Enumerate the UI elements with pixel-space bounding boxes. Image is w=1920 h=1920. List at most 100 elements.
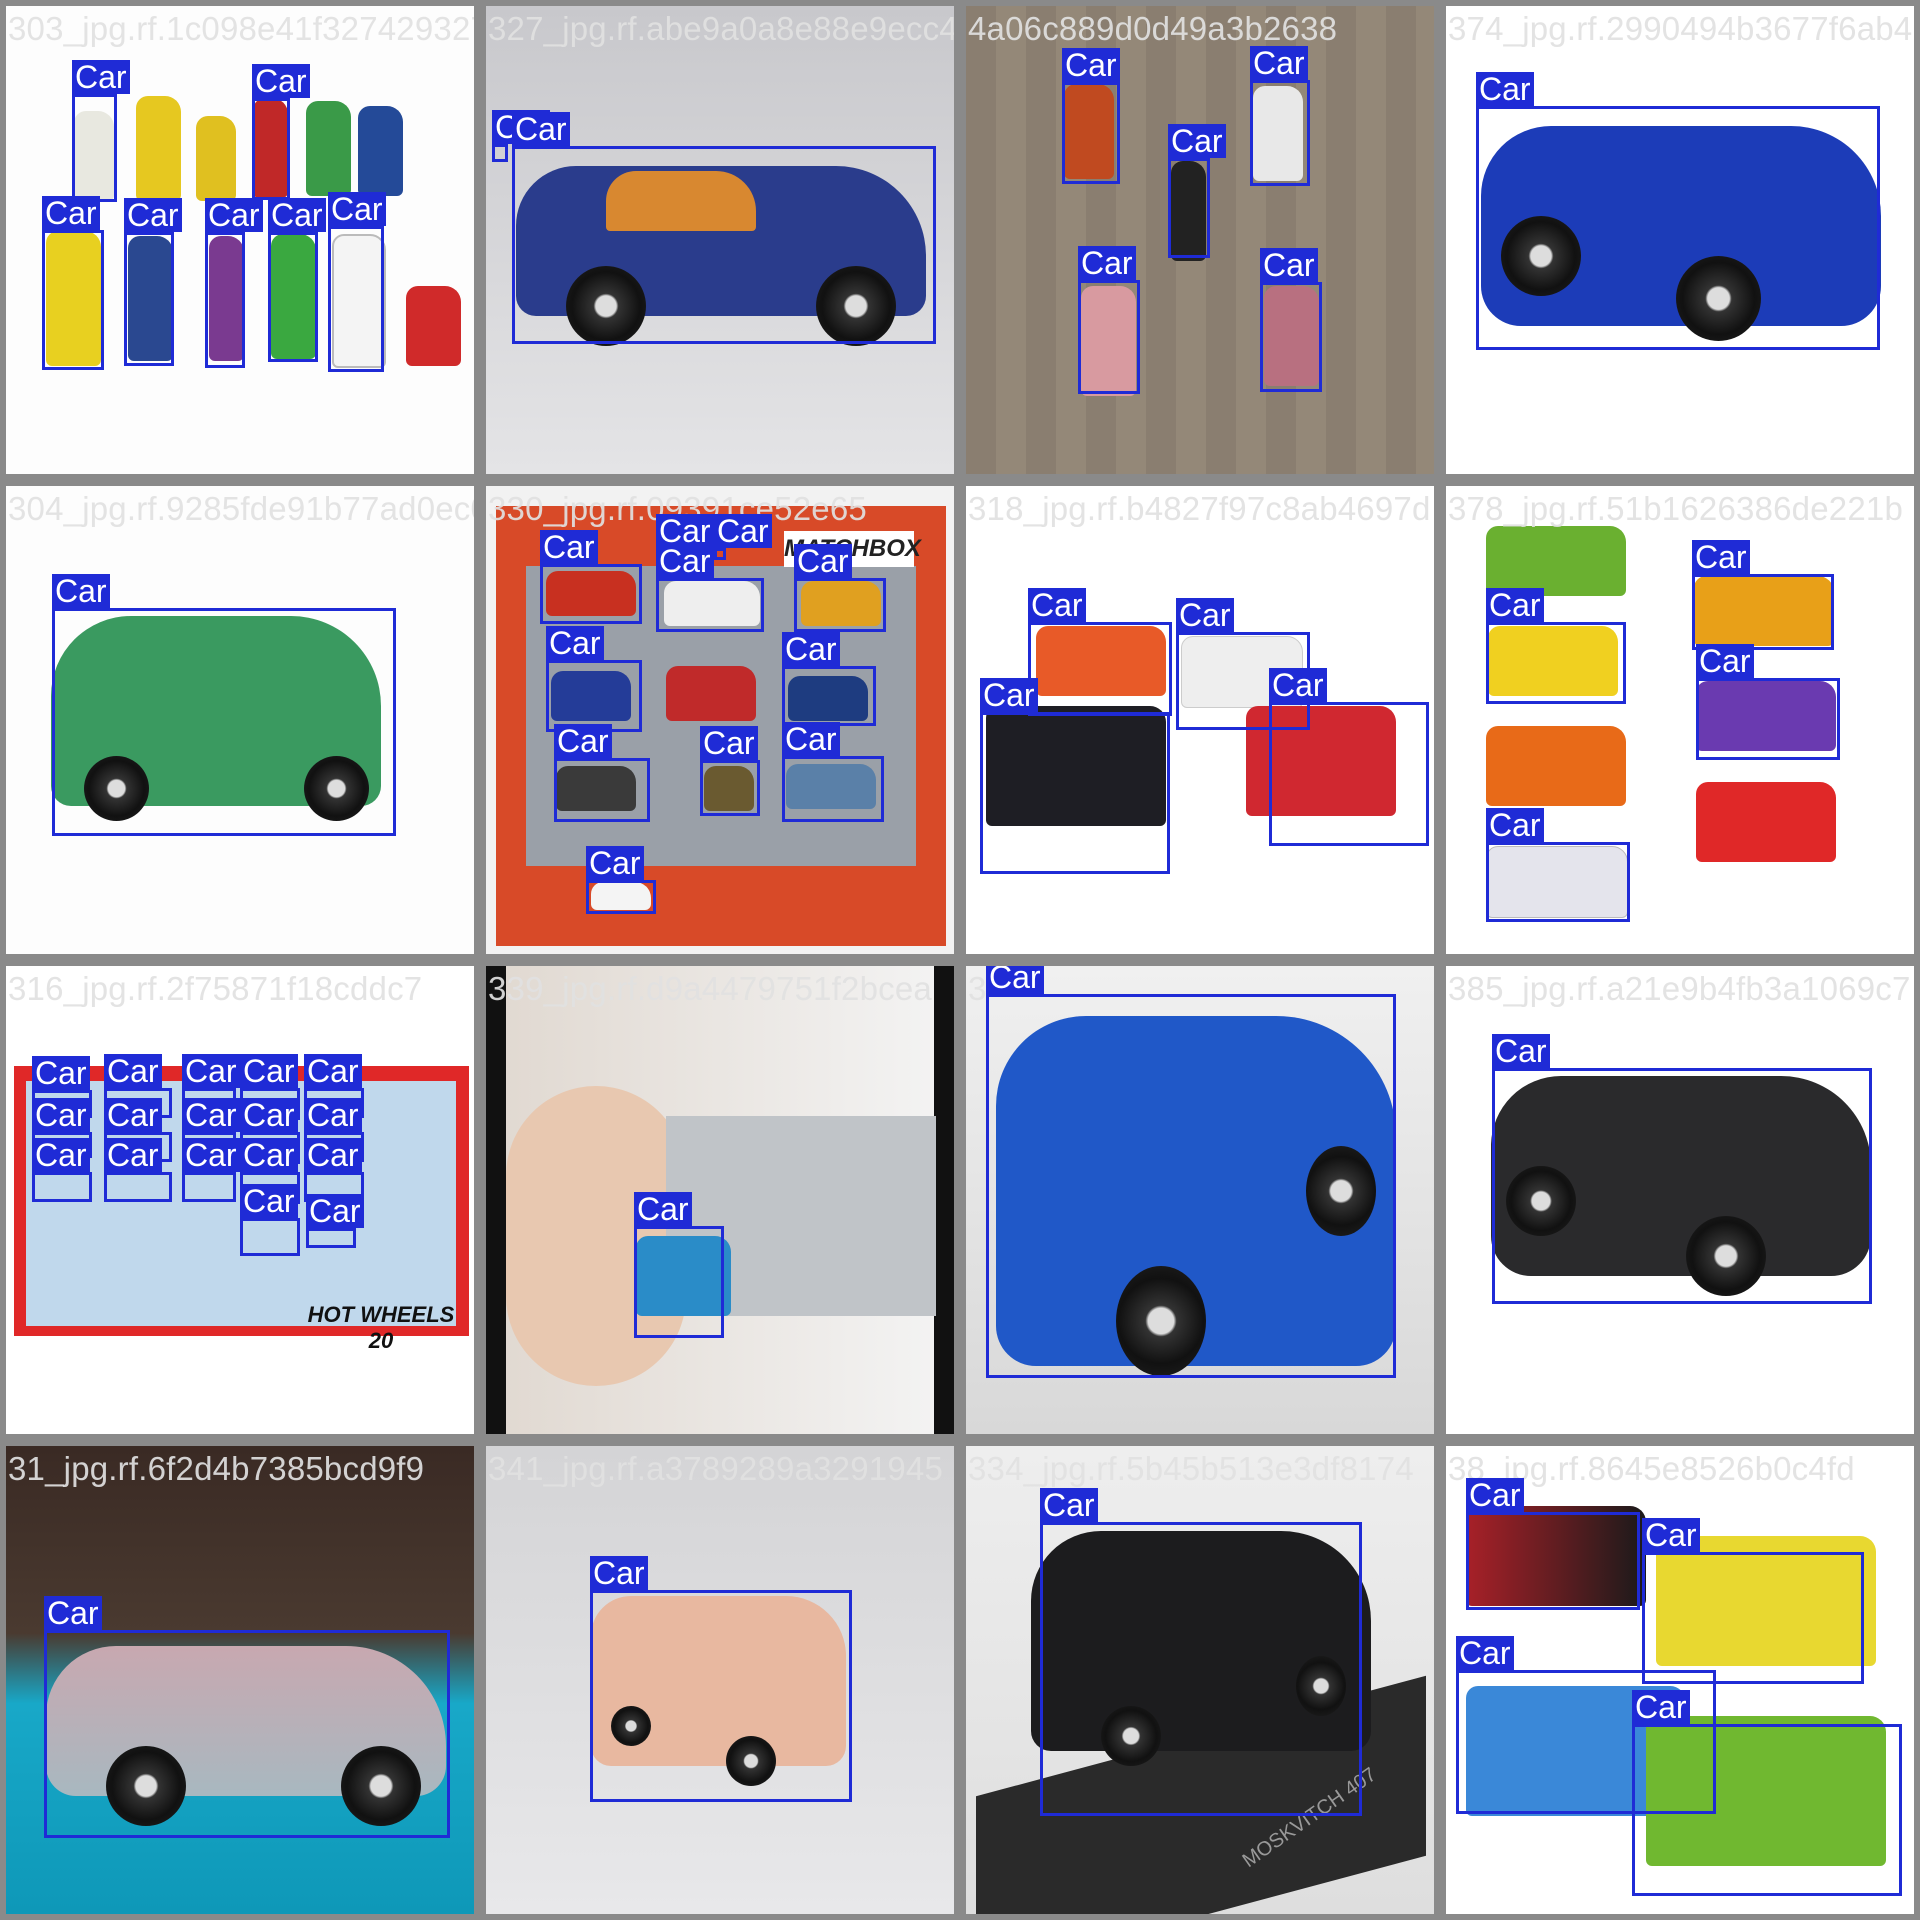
detection-label: Car <box>44 1596 102 1630</box>
tile-16: 38_jpg.rf.8645e8526b0c4fd Car Car Car Ca… <box>1446 1446 1914 1914</box>
detection-box: Car <box>634 1192 724 1338</box>
detection-label: Car <box>182 1054 240 1088</box>
detection-box: Car <box>700 726 760 816</box>
detection-label: Car <box>986 966 1044 994</box>
detection-label: Car <box>306 1194 364 1228</box>
detection-box: Car <box>1492 1034 1872 1304</box>
detection-box: Car <box>986 966 1396 1378</box>
detection-label: Car <box>32 1098 90 1132</box>
detection-label: Car <box>1028 588 1086 622</box>
toy-car <box>406 286 461 366</box>
filename-label: 339_jpg.rf.d9a4479751f2bcea <box>488 970 932 1007</box>
detection-box: Car <box>240 1184 300 1256</box>
detection-label: Car <box>714 514 772 548</box>
detection-box: Car <box>1028 588 1172 716</box>
detection-box: Car <box>586 846 656 914</box>
brand-logo: HOT WHEELS 20 <box>307 1302 455 1353</box>
detection-label: Car <box>794 544 852 578</box>
detection-label: Car <box>634 1192 692 1226</box>
filename-label: 378_jpg.rf.51b1626386de221b <box>1448 490 1903 527</box>
detection-box: Car <box>656 544 764 632</box>
tile-15: MOSKVITCH 407 334_jpg.rf.5b45b513e3df817… <box>966 1446 1434 1914</box>
detection-box: Car <box>554 724 650 822</box>
detection-label: Car <box>1456 1636 1514 1670</box>
detection-box: Car <box>1269 668 1429 846</box>
frame-edge <box>486 966 506 1434</box>
detection-box: Car <box>104 1138 172 1202</box>
detection-box: Car <box>1260 248 1322 392</box>
filename-label: 318_jpg.rf.b4827f97c8ab4697d <box>968 490 1431 527</box>
detection-label: Car <box>1642 1518 1700 1552</box>
detection-label: Car <box>1168 124 1226 158</box>
detection-label: Car <box>104 1138 162 1172</box>
detection-box: Car <box>42 196 104 370</box>
detection-box: Car <box>72 60 130 202</box>
toy-car <box>1486 726 1626 806</box>
filename-label: 4a06c889d0d49a3b2638 <box>968 10 1338 47</box>
toy-car <box>358 106 403 196</box>
detection-box: Car <box>1486 808 1630 922</box>
detection-label: Car <box>590 1556 648 1590</box>
detection-label: Car <box>304 1138 362 1172</box>
detection-label: Car <box>1632 1690 1690 1724</box>
tile-13: 31_jpg.rf.6f2d4b7385bcd9f9 Car <box>6 1446 474 1914</box>
detection-box: Car <box>1250 46 1310 186</box>
detection-box: Car <box>512 112 936 344</box>
detection-box: Car <box>782 722 884 822</box>
detection-label: Car <box>72 60 130 94</box>
detection-label: Car <box>104 1098 162 1132</box>
detection-box: Car <box>44 1596 450 1838</box>
detection-label: Car <box>182 1098 240 1132</box>
detection-label: Car <box>304 1054 362 1088</box>
detection-label: Car <box>980 678 1038 712</box>
detection-label: Car <box>782 722 840 756</box>
filename-label: 304_jpg.rf.9285fde91b77ad0ec0 <box>8 490 474 527</box>
detection-label: Car <box>1466 1478 1524 1512</box>
detection-label: Car <box>240 1138 298 1172</box>
detection-label: Car <box>240 1054 298 1088</box>
detection-box: Car <box>782 632 876 726</box>
detection-label: Car <box>268 198 326 232</box>
tile-11: 3 Car <box>966 966 1434 1434</box>
detection-label: Car <box>1062 48 1120 82</box>
detection-label: Car <box>1269 668 1327 702</box>
toy-car <box>666 666 756 721</box>
detection-box: Car <box>306 1194 364 1248</box>
frame-edge <box>934 966 954 1434</box>
detection-box: Car <box>1040 1488 1362 1816</box>
detection-box: Car <box>590 1556 852 1802</box>
tile-7: 318_jpg.rf.b4827f97c8ab4697d Car Car Car… <box>966 486 1434 954</box>
detection-box: Car <box>1692 540 1834 650</box>
detection-box: Car <box>124 198 182 366</box>
filename-label: 316_jpg.rf.2f75871f18cddc7 <box>8 970 423 1007</box>
detection-label: Car <box>32 1138 90 1172</box>
detection-box: Car <box>32 1138 92 1202</box>
detection-box: Car <box>794 544 886 632</box>
detection-label: Car <box>1476 72 1534 106</box>
detection-label: Car <box>328 192 386 226</box>
detection-box: Car <box>540 530 642 624</box>
tile-3: 4a06c889d0d49a3b2638 Car Car Car Car Car <box>966 6 1434 474</box>
detection-box: Car <box>546 626 642 732</box>
detection-label: Car <box>240 1184 298 1218</box>
detection-box: Car <box>252 64 310 200</box>
detection-box: Car <box>328 192 386 372</box>
tile-14: 341_jpg.rf.a3789289a3291945 Car <box>486 1446 954 1914</box>
filename-label: 327_jpg.rf.abe9a0a8e88e9ecc4a06 <box>488 10 954 47</box>
detection-label: Car <box>42 196 100 230</box>
detection-label: Car <box>512 112 570 146</box>
detection-box: Car <box>714 514 772 560</box>
tile-2: 327_jpg.rf.abe9a0a8e88e9ecc4a06 Car Car <box>486 6 954 474</box>
detection-label: Car <box>1692 540 1750 574</box>
tile-4: 374_jpg.rf.2990494b3677f6ab4 Car <box>1446 6 1914 474</box>
detection-box: Car <box>980 678 1170 874</box>
image-mosaic: 303_jpg.rf.1c098e41f327429327f6a1afe8e88… <box>0 0 1920 1920</box>
toy-car <box>1696 782 1836 862</box>
filename-label: 3 <box>968 970 987 1007</box>
detection-label: Car <box>1176 598 1234 632</box>
filename-label: 374_jpg.rf.2990494b3677f6ab4 <box>1448 10 1913 47</box>
toy-car <box>136 96 181 201</box>
detection-label: Car <box>1040 1488 1098 1522</box>
filename-label: 303_jpg.rf.1c098e41f327429327f6a1afe8e88… <box>8 10 474 47</box>
filename-label: 341_jpg.rf.a3789289a3291945 <box>488 1450 943 1487</box>
